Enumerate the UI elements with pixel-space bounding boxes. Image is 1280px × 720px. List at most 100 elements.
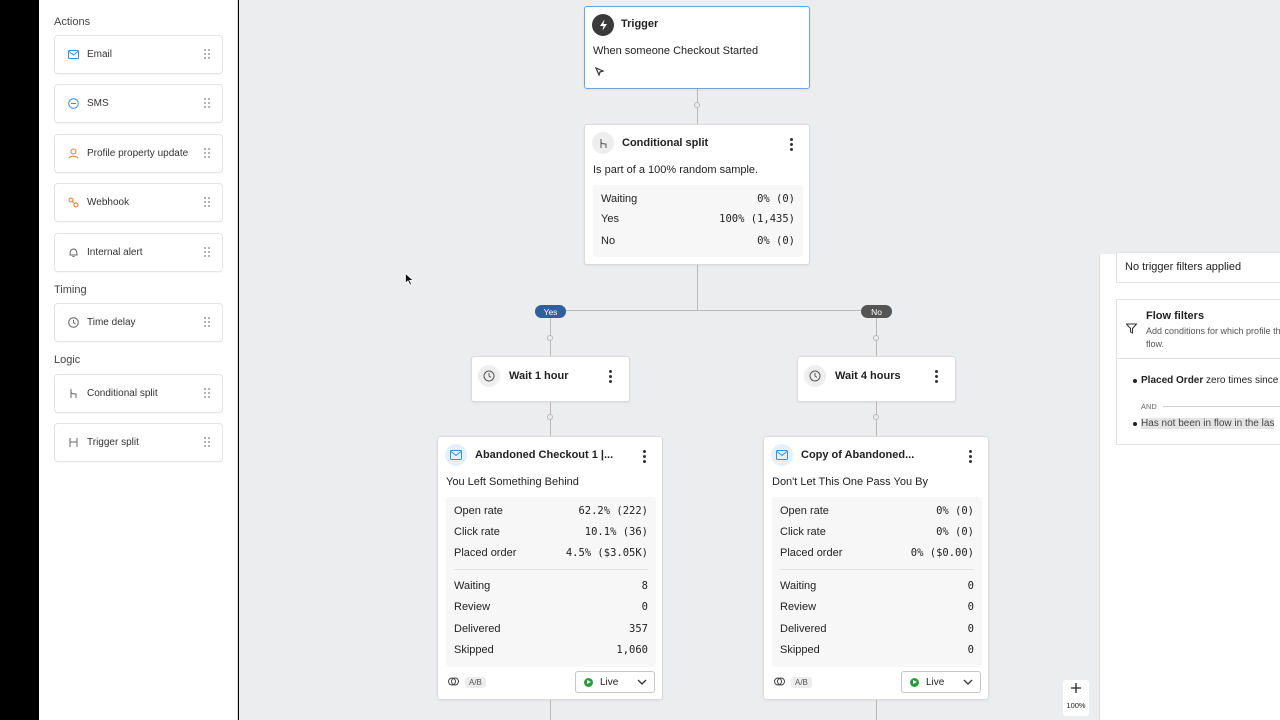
connector-dot	[873, 414, 879, 420]
section-title-timing: Timing	[54, 284, 87, 296]
email-subject: You Left Something Behind	[446, 476, 579, 488]
email-icon	[67, 49, 79, 61]
stat-row: Click rate 0% (0)	[780, 526, 974, 538]
divider	[1117, 358, 1280, 359]
sidebar-item-label: Conditional split	[87, 388, 158, 399]
email-title: Copy of Abandoned...	[801, 449, 915, 461]
sidebar-item-trigger-split[interactable]: Trigger split	[54, 423, 223, 462]
stat-row: Open rate 0% (0)	[780, 505, 974, 517]
email-subject: Don't Let This One Pass You By	[772, 476, 928, 488]
wait-card-right[interactable]: Wait 4 hours	[797, 356, 956, 402]
more-options-icon[interactable]	[643, 450, 647, 463]
more-options-icon[interactable]	[609, 370, 613, 383]
left-black-bar	[0, 0, 39, 720]
ab-test-icon	[774, 676, 785, 690]
conditional-split-card[interactable]: Conditional split Is part of a 100% rand…	[584, 124, 810, 265]
status-dropdown[interactable]: Live	[575, 671, 655, 693]
split-stats: Waiting 0% (0) Yes 100% (1,435) No 0% (0)	[593, 185, 803, 257]
status-dropdown[interactable]: Live	[901, 671, 981, 693]
stat-row: Review 0	[780, 601, 974, 613]
email-stats: Open rate 0% (0) Click rate 0% (0) Placed …	[772, 497, 982, 667]
section-title-actions: Actions	[54, 16, 91, 28]
connector-dot	[694, 102, 700, 108]
stat-row: Delivered 357	[454, 623, 648, 635]
zoom-level: 100%	[1066, 701, 1086, 710]
stat-row: Placed order 0% ($0.00)	[780, 547, 974, 559]
connector-line	[550, 700, 551, 720]
sidebar-item-conditional-split[interactable]: Conditional split	[54, 374, 223, 413]
drag-handle-icon[interactable]	[204, 437, 211, 448]
stat-row: No 0% (0)	[601, 235, 795, 247]
zoom-control[interactable]: 100%	[1063, 680, 1089, 716]
sidebar-item-email[interactable]: Email	[54, 35, 223, 74]
sidebar-item-label: Time delay	[87, 317, 136, 328]
sidebar-item-webhook[interactable]: Webhook	[54, 183, 223, 222]
flow-filters-box[interactable]: Flow filters Add conditions for which pr…	[1116, 299, 1280, 445]
stat-row: Waiting 8	[454, 580, 648, 592]
email-card-right[interactable]: Copy of Abandoned... Don't Let This One …	[763, 436, 989, 700]
drag-handle-icon[interactable]	[204, 388, 211, 399]
trigger-title: Trigger	[621, 18, 659, 30]
flow-filters-title: Flow filters	[1146, 310, 1205, 322]
webhook-icon	[67, 197, 79, 209]
chevron-down-icon	[637, 678, 647, 689]
drag-handle-icon[interactable]	[204, 98, 211, 109]
email-stats: Open rate 62.2% (222) Click rate 10.1% (36…	[446, 497, 656, 667]
more-options-icon[interactable]	[969, 450, 973, 463]
status-label: Live	[926, 676, 945, 688]
wait-title: Wait 1 hour	[509, 370, 569, 382]
connector-dot	[547, 335, 553, 341]
wait-card-left[interactable]: Wait 1 hour	[471, 356, 630, 402]
connector-line	[876, 700, 877, 720]
filter-condition-2: Has not been in flow in the las	[1141, 418, 1275, 429]
zoom-in-icon[interactable]	[1070, 682, 1082, 697]
ab-badge: A/B	[791, 677, 812, 688]
divider	[780, 569, 974, 570]
lightning-icon	[592, 14, 614, 36]
bullet	[1133, 422, 1137, 426]
split-icon	[67, 388, 79, 400]
actions-sidebar: Actions Email SMS Profile property updat…	[39, 0, 238, 720]
ab-badge: A/B	[465, 677, 486, 688]
trigger-split-icon	[67, 437, 79, 449]
flow-settings-panel: No trigger filters applied Flow filters …	[1099, 252, 1280, 720]
drag-handle-icon[interactable]	[204, 49, 211, 60]
sidebar-item-time-delay[interactable]: Time delay	[54, 303, 223, 342]
drag-handle-icon[interactable]	[204, 247, 211, 258]
sidebar-item-sms[interactable]: SMS	[54, 84, 223, 123]
sidebar-item-profile-property-update[interactable]: Profile property update	[54, 134, 223, 173]
sidebar-item-label: SMS	[87, 98, 109, 109]
bullet	[1133, 379, 1137, 383]
connector-line	[550, 310, 877, 311]
sidebar-item-internal-alert[interactable]: Internal alert	[54, 233, 223, 272]
connector-dot	[547, 414, 553, 420]
clock-icon	[804, 365, 826, 387]
email-title: Abandoned Checkout 1 |...	[475, 449, 614, 461]
divider	[1163, 406, 1280, 407]
section-title-logic: Logic	[54, 354, 81, 366]
sidebar-item-label: Internal alert	[87, 247, 143, 258]
sidebar-item-label: Trigger split	[87, 437, 139, 448]
drag-handle-icon[interactable]	[204, 317, 211, 328]
trigger-card[interactable]: Trigger When someone Checkout Started	[584, 6, 810, 89]
flow-filters-description: Add conditions for which profile the flo…	[1146, 326, 1280, 349]
play-icon	[584, 677, 593, 687]
clock-icon	[67, 317, 79, 329]
email-icon	[771, 444, 793, 466]
more-options-icon[interactable]	[790, 138, 794, 151]
mouse-cursor-icon	[405, 272, 414, 289]
sidebar-item-label: Webhook	[87, 197, 130, 208]
trigger-filters-box: No trigger filters applied	[1116, 252, 1280, 283]
more-options-icon[interactable]	[935, 370, 939, 383]
email-card-left[interactable]: Abandoned Checkout 1 |... You Left Somet…	[437, 436, 663, 700]
stat-row: Skipped 0	[780, 644, 974, 656]
connector-dot	[873, 335, 879, 341]
stat-row: Yes 100% (1,435)	[601, 213, 795, 225]
drag-handle-icon[interactable]	[204, 197, 211, 208]
cursor-click-icon	[594, 66, 605, 80]
drag-handle-icon[interactable]	[204, 148, 211, 159]
and-separator: AND	[1141, 402, 1157, 411]
sms-icon	[67, 98, 79, 110]
split-description: Is part of a 100% random sample.	[593, 164, 759, 176]
sidebar-item-label: Profile property update	[87, 148, 189, 159]
